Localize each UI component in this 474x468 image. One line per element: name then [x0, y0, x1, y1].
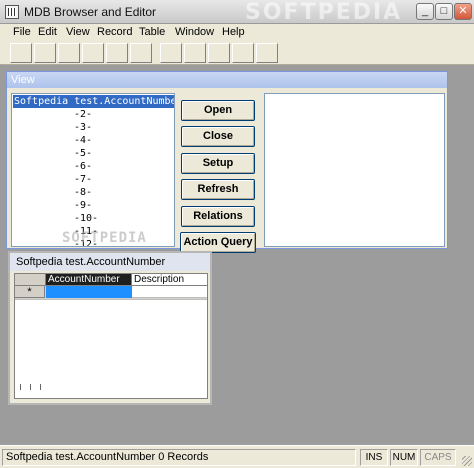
softpedia-watermark: SOFTPEDIA — [62, 230, 147, 246]
grid-mark — [30, 384, 31, 390]
menu-help[interactable]: Help — [222, 26, 245, 38]
relations-button[interactable]: Relations — [181, 206, 255, 227]
app-icon — [5, 5, 19, 19]
toolbar-button-8[interactable] — [184, 43, 206, 63]
list-item[interactable]: -6- — [74, 160, 92, 173]
maximize-button[interactable]: □ — [435, 3, 453, 20]
new-row-marker: * — [15, 286, 45, 298]
refresh-button[interactable]: Refresh — [181, 179, 255, 200]
close-window-button[interactable]: ✕ — [454, 3, 472, 20]
list-item[interactable]: -7- — [74, 173, 92, 186]
softpedia-watermark: SOFTPEDIA — [245, 0, 403, 25]
setup-button[interactable]: Setup — [181, 153, 255, 174]
toolbar-button-10[interactable] — [232, 43, 254, 63]
table-window-title: Softpedia test.AccountNumber — [10, 253, 210, 271]
window-title: MDB Browser and Editor — [24, 5, 157, 19]
toolbar-button-6[interactable] — [130, 43, 152, 63]
toolbar-button-4[interactable] — [82, 43, 104, 63]
menu-file[interactable]: File — [13, 26, 31, 38]
status-bar: Softpedia test.AccountNumber 0 Records I… — [0, 445, 474, 468]
grid-corner — [15, 274, 46, 286]
list-item[interactable]: -2- — [74, 108, 92, 121]
list-item[interactable]: -9- — [74, 199, 92, 212]
menu-view[interactable]: View — [66, 26, 90, 38]
open-button[interactable]: Open — [181, 100, 255, 121]
grid-mark — [40, 384, 41, 390]
toolbar-button-7[interactable] — [160, 43, 182, 63]
title-bar: MDB Browser and Editor SOFTPEDIA _ □ ✕ — [0, 0, 474, 25]
toolbar-button-11[interactable] — [256, 43, 278, 63]
list-item[interactable]: -8- — [74, 186, 92, 199]
mdi-workspace: View Softpedia test.AccountNumber -2- -3… — [0, 65, 474, 445]
status-caps: CAPS — [420, 449, 456, 466]
action-query-button[interactable]: Action Query — [180, 232, 256, 253]
list-item[interactable]: -4- — [74, 134, 92, 147]
toolbar-button-5[interactable] — [106, 43, 128, 63]
grid-mark — [20, 384, 21, 390]
list-item[interactable]: -5- — [74, 147, 92, 160]
toolbar-button-1[interactable] — [10, 43, 32, 63]
query-list[interactable]: Softpedia test.AccountNumber -2- -3- -4-… — [11, 93, 175, 247]
list-item[interactable]: -10- — [74, 212, 98, 225]
list-item[interactable]: -3- — [74, 121, 92, 134]
status-ins: INS — [360, 449, 388, 466]
data-grid[interactable]: AccountNumber Description * — [14, 273, 208, 399]
menu-bar: File Edit View Record Table Window Help — [0, 24, 474, 41]
view-window-title: View — [7, 72, 447, 88]
app-window: MDB Browser and Editor SOFTPEDIA _ □ ✕ F… — [0, 0, 474, 468]
view-window: View Softpedia test.AccountNumber -2- -3… — [6, 71, 448, 253]
description-cell[interactable] — [132, 286, 207, 298]
grid-body — [15, 299, 207, 398]
preview-pane — [264, 93, 445, 247]
toolbar-button-3[interactable] — [58, 43, 80, 63]
toolbar-button-9[interactable] — [208, 43, 230, 63]
column-header-description[interactable]: Description — [132, 274, 207, 286]
resize-grip[interactable] — [462, 456, 472, 466]
toolbar — [0, 41, 474, 65]
list-item-selected[interactable]: Softpedia test.AccountNumber — [13, 95, 174, 108]
table-window: Softpedia test.AccountNumber AccountNumb… — [8, 251, 212, 405]
status-message: Softpedia test.AccountNumber 0 Records — [2, 449, 356, 466]
menu-record[interactable]: Record — [97, 26, 132, 38]
column-header-accountnumber[interactable]: AccountNumber — [46, 274, 132, 286]
menu-table[interactable]: Table — [139, 26, 165, 38]
accountnumber-cell[interactable] — [46, 286, 132, 298]
menu-edit[interactable]: Edit — [38, 26, 57, 38]
close-button[interactable]: Close — [181, 126, 255, 147]
toolbar-button-2[interactable] — [34, 43, 56, 63]
status-num: NUM — [390, 449, 418, 466]
minimize-button[interactable]: _ — [416, 3, 434, 20]
menu-window[interactable]: Window — [175, 26, 214, 38]
